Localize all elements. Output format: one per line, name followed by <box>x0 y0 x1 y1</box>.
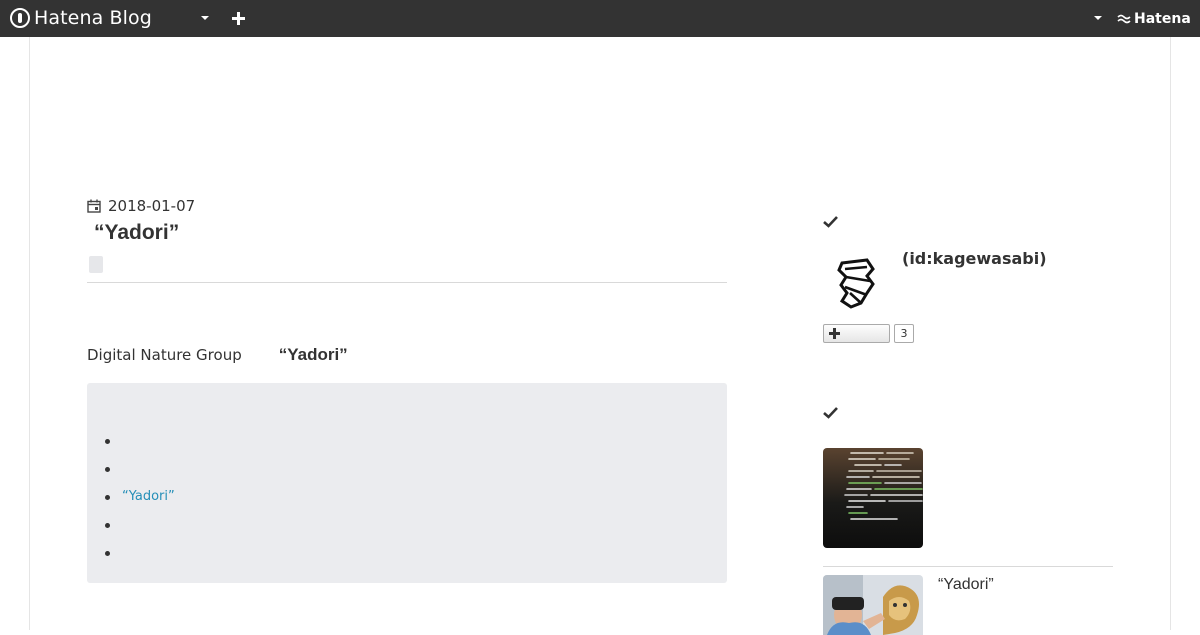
sidebar-divider <box>823 566 1113 567</box>
toc-item[interactable] <box>105 427 175 455</box>
check-icon <box>823 407 838 419</box>
table-of-contents: “Yadori” <box>87 383 727 583</box>
wasabi-avatar-icon <box>837 258 875 309</box>
vr-headset-photo-image <box>823 575 923 635</box>
write-post-plus-icon[interactable] <box>231 11 246 26</box>
toc-item[interactable]: “Yadori” <box>105 483 175 511</box>
toc-link[interactable]: “Yadori” <box>122 483 175 511</box>
check-icon <box>823 216 838 228</box>
chevron-down-icon[interactable] <box>1094 16 1102 20</box>
entry-divider <box>87 282 727 283</box>
hatena-blog-logo-icon <box>10 8 30 28</box>
lead-title: “Yadori” <box>278 345 348 364</box>
plus-icon <box>829 328 840 339</box>
entry-title[interactable]: “Yadori” <box>94 220 727 246</box>
entry-date-text: 2018-01-07 <box>108 197 196 215</box>
code-screenshot-image <box>823 448 923 548</box>
hatena-label: Hatena <box>1134 11 1191 27</box>
calendar-icon <box>87 199 101 213</box>
entry-category-tag[interactable] <box>89 256 103 273</box>
toc-item[interactable] <box>105 539 175 567</box>
toc-item[interactable] <box>105 455 175 483</box>
lead-group-name: Digital Nature Group <box>87 346 242 364</box>
entry-date[interactable]: 2018-01-07 <box>87 196 727 216</box>
profile-id[interactable]: (id:kagewasabi) <box>902 249 1047 269</box>
hatena-account-link[interactable]: Hatena <box>1117 10 1191 28</box>
brand-name: Hatena Blog <box>34 7 152 29</box>
avatar[interactable] <box>823 249 887 313</box>
entry-article: 2018-01-07 “Yadori” Digital Nature Group… <box>87 196 727 583</box>
toc-list: “Yadori” <box>105 427 175 567</box>
chevron-down-icon[interactable] <box>201 16 209 20</box>
follower-count[interactable]: 3 <box>894 324 914 343</box>
hatena-blog-home-link[interactable]: Hatena Blog <box>10 7 152 29</box>
toc-item[interactable] <box>105 511 175 539</box>
follow-button[interactable] <box>823 324 890 343</box>
related-entry-thumbnail[interactable] <box>823 448 923 548</box>
entry-lead: Digital Nature Group “Yadori” <box>87 345 727 365</box>
hatena-topbar: Hatena Blog Hatena <box>0 0 1200 37</box>
hatena-logo-icon <box>1117 14 1131 24</box>
related-entry-thumbnail[interactable] <box>823 575 923 635</box>
related-entry-title[interactable]: “Yadori” <box>938 576 994 596</box>
